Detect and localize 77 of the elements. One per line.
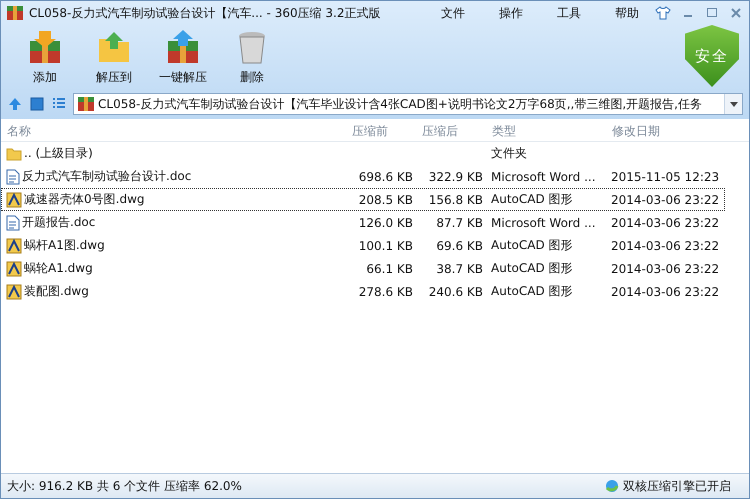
file-row[interactable]: 蜗轮A1.dwg 66.1 KB 38.7 KB AutoCAD 图形 2014-03-06 23:22 [1, 257, 725, 280]
menu-item[interactable]: 文件 [441, 4, 465, 22]
table-cell: 反力式汽车制动试验台设计.doc [22, 168, 192, 185]
table-cell: AutoCAD 图形 [491, 237, 573, 254]
file-row[interactable]: 装配图.dwg 278.6 KB 240.6 KB AutoCAD 图形 2014-03-06 23:22 [1, 280, 725, 303]
table-cell: 减速器壳体0号图.dwg [24, 191, 144, 208]
drawing-file-icon [6, 260, 22, 276]
table-cell: 322.9 KB [428, 170, 483, 184]
table-cell: Microsoft Word ... [491, 170, 596, 184]
table-cell: 126.0 KB [358, 216, 413, 230]
table-cell: 文件夹 [491, 145, 527, 162]
menu-item[interactable]: 帮助 [615, 4, 639, 22]
toolbar-button[interactable]: 添加 [13, 29, 77, 86]
app-icon [7, 6, 23, 20]
table-cell: 蜗杆A1图.dwg [24, 237, 105, 254]
table-cell: Microsoft Word ... [491, 216, 596, 230]
maximize-icon[interactable] [705, 6, 719, 20]
menu-item[interactable]: 操作 [499, 4, 523, 22]
table-cell: 2014-03-06 23:22 [611, 284, 720, 298]
file-row[interactable]: .. (上级目录) 文件夹 [1, 142, 725, 165]
drawing-file-icon [6, 284, 22, 300]
table-cell: 100.1 KB [358, 238, 413, 252]
window-title: CL058-反力式汽车制动试验台设计【汽车... - 360压缩 3.2正式版 [29, 4, 381, 22]
shirt-icon[interactable] [655, 6, 671, 20]
table-cell: 蜗轮A1.dwg [24, 260, 93, 277]
toolbar-button[interactable]: 删除 [220, 29, 284, 86]
table-cell: 2014-03-06 23:22 [611, 192, 720, 206]
table-cell: 156.8 KB [428, 192, 483, 206]
table-cell: 240.6 KB [428, 284, 483, 298]
path-field[interactable]: CL058-反力式汽车制动试验台设计【汽车毕业设计含4张CAD图+说明书论文2万字68页,,带三维图,开题报告,任务 [73, 93, 743, 115]
drawing-file-icon [6, 192, 22, 208]
up-arrow-icon[interactable] [7, 96, 23, 112]
menu-item[interactable]: 工具 [557, 4, 581, 22]
column-header[interactable]: 类型 [486, 122, 606, 140]
table-cell: 2014-03-06 23:22 [611, 238, 720, 252]
close-icon[interactable] [729, 6, 743, 20]
table-cell: 2014-03-06 23:22 [611, 216, 720, 230]
table-cell: AutoCAD 图形 [491, 191, 573, 208]
table-cell: 2014-03-06 23:22 [611, 262, 720, 276]
table-cell: 开题报告.doc [22, 214, 96, 231]
document-icon [6, 168, 20, 184]
archive-up-arrow-icon [165, 29, 201, 65]
column-header[interactable]: 压缩前 [346, 122, 416, 140]
table-cell: 87.7 KB [436, 216, 483, 230]
dropdown-button[interactable] [724, 94, 742, 114]
table-cell: 278.6 KB [358, 284, 413, 298]
engine-status: 双核压缩引擎已开启 [623, 478, 731, 494]
document-icon [6, 214, 20, 230]
table-cell: 2015-11-05 12:23 [611, 170, 720, 184]
folder-up-arrow-icon [96, 29, 132, 65]
drawing-file-icon [6, 238, 22, 254]
file-row[interactable]: 减速器壳体0号图.dwg 208.5 KB 156.8 KB AutoCAD 图形 2014-03-06 23:22 [1, 188, 725, 211]
caret-icon [730, 102, 738, 106]
table-cell: 698.6 KB [358, 170, 413, 184]
table-cell: 38.7 KB [436, 262, 483, 276]
table-cell: AutoCAD 图形 [491, 260, 573, 277]
file-row[interactable]: 蜗杆A1图.dwg 100.1 KB 69.6 KB AutoCAD 图形 2014-03-06 23:22 [1, 234, 725, 257]
column-header[interactable]: 压缩后 [416, 122, 486, 140]
path-text: CL058-反力式汽车制动试验台设计【汽车毕业设计含4张CAD图+说明书论文2万字68页,,带三维图,开题报告,任务 [98, 96, 703, 112]
toolbar-button[interactable]: 解压到 [82, 29, 146, 86]
table-cell: 208.5 KB [358, 192, 413, 206]
column-header[interactable]: 修改日期 [606, 122, 749, 140]
table-cell: 装配图.dwg [24, 283, 89, 300]
tile-view-icon[interactable] [29, 96, 45, 112]
table-cell: AutoCAD 图形 [491, 283, 573, 300]
folder-icon [6, 146, 22, 160]
table-cell: 69.6 KB [436, 238, 483, 252]
toolbar-button[interactable]: 一键解压 [151, 29, 215, 86]
archive-add-icon [27, 29, 63, 65]
archive-icon [78, 97, 94, 111]
file-row[interactable]: 反力式汽车制动试验台设计.doc 698.6 KB 322.9 KB Microsoft Word ... 2015-11-05 12:23 [1, 165, 725, 188]
status-summary: 大小: 916.2 KB 共 6 个文件 压缩率 62.0% [7, 478, 242, 494]
column-header[interactable]: 名称 [1, 122, 346, 140]
file-row[interactable]: 开题报告.doc 126.0 KB 87.7 KB Microsoft Word ... 2014-03-06 23:22 [1, 211, 725, 234]
table-cell: .. (上级目录) [24, 145, 93, 162]
engine-logo-icon [605, 479, 619, 493]
table-cell: 66.1 KB [366, 262, 413, 276]
